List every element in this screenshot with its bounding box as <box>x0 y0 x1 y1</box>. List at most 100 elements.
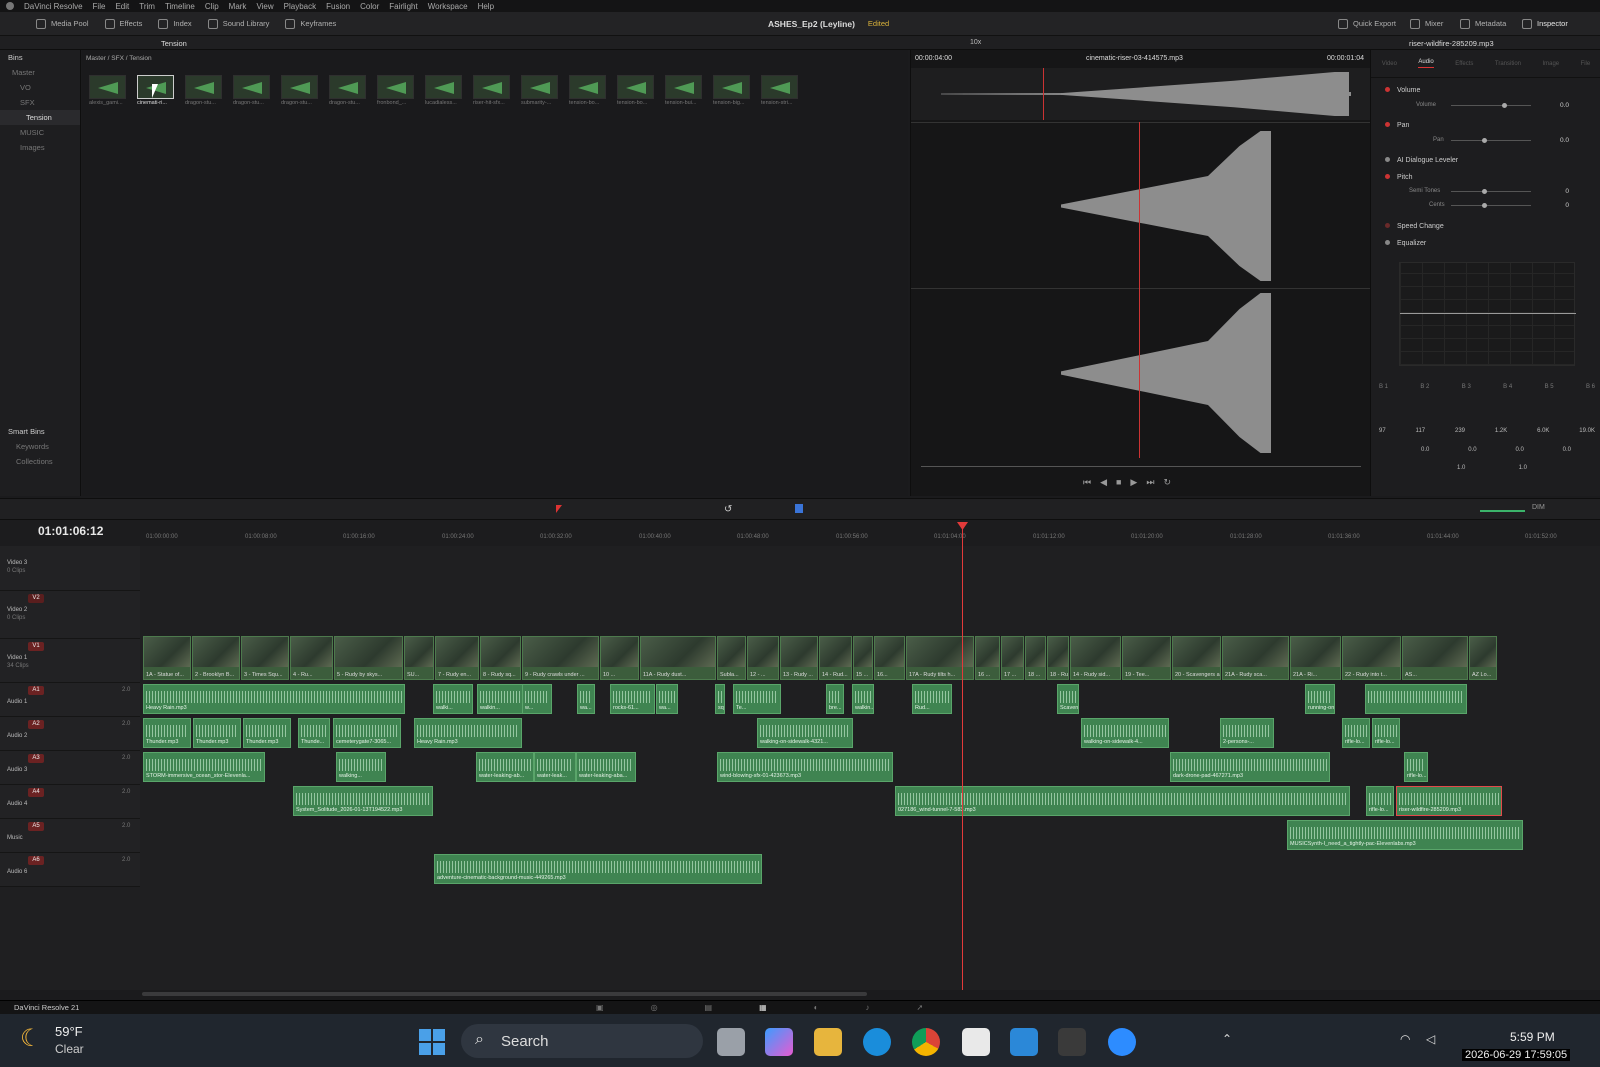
timeline-playhead[interactable] <box>957 522 968 990</box>
menu-clip[interactable]: Clip <box>205 2 219 11</box>
stop-icon[interactable]: ■ <box>1116 477 1121 491</box>
menu-timeline[interactable]: Timeline <box>165 2 195 11</box>
audio-clip[interactable]: water-leaking-ab... <box>476 752 534 782</box>
video-clip[interactable]: 14 - Rudy sid... <box>1070 636 1121 680</box>
video-clip[interactable]: 18 ... <box>1025 636 1046 680</box>
tab-effects[interactable]: Effects <box>1455 61 1473 67</box>
clip-thumb[interactable] <box>521 75 558 99</box>
viewer-scrubber[interactable] <box>921 466 1361 467</box>
tray-chevron-icon[interactable]: ⌃ <box>1222 1032 1232 1046</box>
track-header-a3[interactable]: A3 Audio 3 2.0 <box>0 751 140 785</box>
pan-knob[interactable] <box>1482 138 1487 143</box>
tab-image[interactable]: Image <box>1542 61 1559 67</box>
cents-slider[interactable] <box>1451 205 1531 206</box>
cut-page-icon[interactable]: ◎ <box>651 1003 658 1012</box>
zoom-icon[interactable] <box>1108 1028 1136 1056</box>
video-clip[interactable]: 1A - Statue of... <box>143 636 191 680</box>
video-clip[interactable]: 17 ... <box>1001 636 1024 680</box>
video-clip[interactable]: 3 - Times Squ... <box>241 636 289 680</box>
audio-clip[interactable]: squeaky-me... <box>715 684 725 714</box>
clip-thumb[interactable] <box>617 75 654 99</box>
dim-button[interactable]: DIM <box>1532 504 1545 511</box>
menu-playback[interactable]: Playback <box>284 2 316 11</box>
dialogue-leveler-section[interactable]: AI Dialogue Leveler <box>1371 154 1600 166</box>
cents-value[interactable]: 0 <box>1545 202 1569 209</box>
eq-band-2[interactable]: B 2 <box>1420 384 1429 390</box>
video-clip[interactable]: 17A - Rudy tilts h... <box>906 636 974 680</box>
audio-clip[interactable] <box>1365 684 1467 714</box>
eq-freq-5[interactable]: 6.0K <box>1537 428 1549 434</box>
audio-clip[interactable]: rifle-lo... <box>1404 752 1428 782</box>
pitch-section[interactable]: Pitch <box>1371 171 1600 183</box>
video-clip[interactable]: 5 - Rudy by skys... <box>334 636 403 680</box>
equalizer-section[interactable]: Equalizer <box>1371 237 1600 249</box>
audio-clip[interactable]: cemeterygate7-3065... <box>333 718 401 748</box>
video-clip[interactable]: 4 - Ru... <box>290 636 333 680</box>
volume-slider[interactable] <box>1480 510 1525 512</box>
video-clip[interactable]: SU... <box>404 636 434 680</box>
app-icon[interactable] <box>1010 1028 1038 1056</box>
fusion-page-icon[interactable]: ▦ <box>759 1003 767 1012</box>
metadata-button[interactable]: Metadata <box>1452 18 1514 29</box>
audio-clip[interactable]: water-leak... <box>534 752 576 782</box>
keyframes-button[interactable]: Keyframes <box>277 18 344 29</box>
audio-clip[interactable]: running-on-concrete-2684... <box>1305 684 1335 714</box>
audio-clip[interactable]: Rud... <box>912 684 952 714</box>
copilot-icon[interactable] <box>765 1028 793 1056</box>
track-header-a1[interactable]: A1 Audio 1 2.0 <box>0 683 140 717</box>
audio-clip[interactable]: System_Solitude_2026-01-13T194522.mp3 <box>293 786 433 816</box>
enable-dot[interactable] <box>1385 223 1390 228</box>
video-clip[interactable]: 16 ... <box>975 636 1000 680</box>
bin-images[interactable]: Images <box>0 140 80 155</box>
edge-icon[interactable] <box>863 1028 891 1056</box>
menu-mark[interactable]: Mark <box>229 2 247 11</box>
enable-dot[interactable] <box>1385 157 1390 162</box>
cents-knob[interactable] <box>1482 203 1487 208</box>
fairlight-page-icon[interactable]: ♪ <box>866 1003 870 1012</box>
audio-clip[interactable]: rifle-lo... <box>1366 786 1394 816</box>
eq-band-4[interactable]: B 4 <box>1503 384 1512 390</box>
clip-thumb[interactable] <box>473 75 510 99</box>
audio-clip[interactable]: 027186_wind-tunnel-7-583.mp3 <box>895 786 1350 816</box>
semitones-knob[interactable] <box>1482 189 1487 194</box>
audio-clip[interactable]: rifle-lo... <box>1372 718 1400 748</box>
skip-start-icon[interactable]: ⏮ <box>1083 477 1091 491</box>
audio-clip[interactable]: Scaven... <box>1057 684 1079 714</box>
taskbar-search[interactable]: ⌕ Search <box>461 1024 703 1058</box>
store-icon[interactable] <box>962 1028 990 1056</box>
skip-end-icon[interactable]: ⏭ <box>1146 477 1154 491</box>
flag-icon[interactable] <box>795 504 803 513</box>
video-clip[interactable]: 9 - Rudy crawls under ... <box>522 636 599 680</box>
sound-library-button[interactable]: Sound Library <box>200 18 278 29</box>
video-clip[interactable]: 19 - Tee... <box>1122 636 1171 680</box>
video-clip[interactable]: 21A - Ri... <box>1290 636 1341 680</box>
track-header-v3[interactable]: Video 3 0 Clips <box>0 546 140 591</box>
menu-workspace[interactable]: Workspace <box>428 2 468 11</box>
clip-thumb[interactable] <box>713 75 750 99</box>
tab-audio[interactable]: Audio <box>1418 59 1434 68</box>
audio-clip[interactable]: walki... <box>433 684 473 714</box>
wifi-icon[interactable]: ◠ <box>1400 1032 1410 1046</box>
audio-clip[interactable]: wa... <box>656 684 678 714</box>
weather-status[interactable]: Clear <box>55 1042 84 1056</box>
track-header-a5[interactable]: A5 Music 2.0 <box>0 819 140 853</box>
eq-freq-3[interactable]: 239 <box>1455 428 1465 434</box>
track-header-v1[interactable]: V1 Video 1 34 Clips <box>0 639 140 683</box>
audio-clip[interactable]: rifle-lo... <box>1342 718 1370 748</box>
video-clip[interactable]: 22 - Rudy into t... <box>1342 636 1401 680</box>
video-clip[interactable]: 18 - Rudy leave... <box>1047 636 1069 680</box>
menu-trim[interactable]: Trim <box>139 2 155 11</box>
edit-page-icon[interactable]: ▤ <box>705 1003 713 1012</box>
track-header-a4[interactable]: A4 Audio 4 2.0 <box>0 785 140 819</box>
bin-master[interactable]: Master <box>0 65 80 80</box>
semitones-value[interactable]: 0 <box>1545 188 1569 195</box>
audio-clip[interactable]: MUSICSynth-I_need_a_tightly-pac-Elevenla… <box>1287 820 1523 850</box>
video-clip[interactable]: 8 - Rudy sq... <box>480 636 521 680</box>
selection-tool-icon[interactable] <box>556 505 562 513</box>
eq-freq-6[interactable]: 19.0K <box>1579 428 1595 434</box>
menu-file[interactable]: File <box>93 2 106 11</box>
eq-band-5[interactable]: B 5 <box>1545 384 1554 390</box>
audio-clip[interactable]: Thunder.mp3 <box>193 718 241 748</box>
eq-band-6[interactable]: B 6 <box>1586 384 1595 390</box>
clock-time[interactable]: 5:59 PM <box>1510 1030 1555 1044</box>
